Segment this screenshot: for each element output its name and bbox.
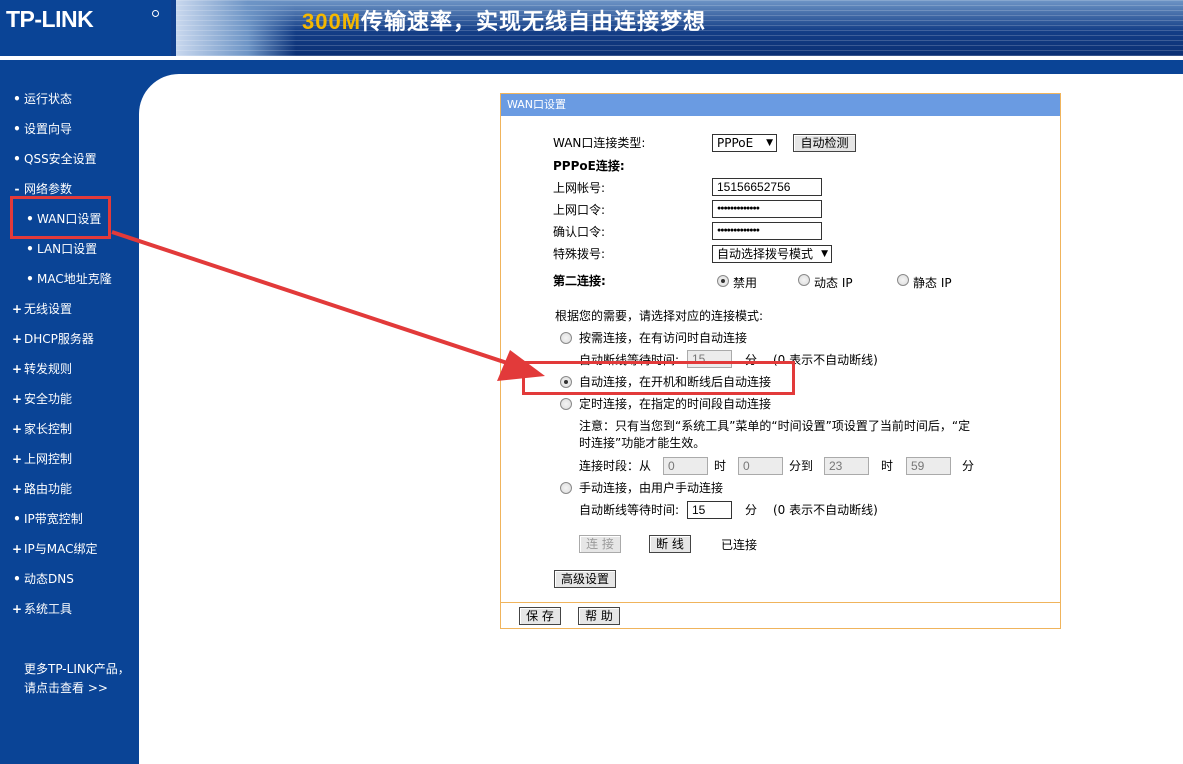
on-demand-radio[interactable] [560,332,572,344]
auto-detect-button[interactable]: 自动检测 [793,134,856,152]
period-to-hour-input[interactable]: 23 [824,457,869,475]
dropdown-arrow-icon: ▼ [766,138,773,148]
sidebar-item-dhcp[interactable]: + DHCP服务器 [0,329,139,349]
period-from-hour-input[interactable]: 0 [663,457,708,475]
sidebar-item-wireless[interactable]: + 无线设置 [0,299,139,319]
connect-button[interactable]: 连 接 [579,535,621,553]
mode-prompt: 根据您的需要，请选择对应的连接模式: [555,309,764,323]
timed-connect-radio[interactable] [560,398,572,410]
save-button[interactable]: 保 存 [519,607,561,625]
sidebar-item-lan[interactable]: • LAN口设置 [0,239,139,259]
second-conn-static-radio[interactable] [897,274,909,286]
slogan-text: 300M传输速率，实现无线自由连接梦想 [302,4,706,36]
period-hour-unit-1: 时 [714,459,727,473]
sidebar-item-status[interactable]: • 运行状态 [0,89,139,109]
password-label: 上网口令: [553,203,606,217]
sidebar-item-routing[interactable]: + 路由功能 [0,479,139,499]
confirm-password-input[interactable]: ●●●●●●●●●●●●● [712,222,822,240]
manual-idle-hint: (0 表示不自动断线) [773,503,878,517]
manual-idle-label: 自动断线等待时间: [579,503,680,517]
period-label: 连接时段：从 [579,459,652,473]
wan-type-label: WAN口连接类型: [553,136,646,150]
wan-type-value: PPPoE [717,136,754,150]
manual-minutes-unit: 分 [745,503,758,517]
help-button[interactable]: 帮 助 [578,607,620,625]
second-conn-disabled-label: 禁用 [733,276,758,290]
manual-idle-input[interactable]: 15 [687,501,732,519]
manual-connect-radio[interactable] [560,482,572,494]
period-min-to-label: 分到 [789,459,814,473]
more-products-link[interactable]: 更多TP-LINK产品， 请点击查看 >> [24,660,130,698]
arrow-shaft [111,230,511,366]
disconnect-button[interactable]: 断 线 [649,535,691,553]
username-label: 上网帐号: [553,181,606,195]
sidebar-item-setup-wizard[interactable]: • 设置向导 [0,119,139,139]
pppoe-heading: PPPoE连接: [553,159,625,173]
period-hour-unit-2: 时 [881,459,894,473]
more-products-line2: 请点击查看 >> [24,681,108,695]
registered-mark-icon [152,10,159,17]
special-dial-select[interactable]: 自动选择拨号模式 ▼ [712,245,832,263]
wan-type-select[interactable]: PPPoE ▼ [712,134,777,152]
sidebar-item-bandwidth[interactable]: • IP带宽控制 [0,509,139,529]
second-connection-label: 第二连接: [553,274,606,288]
period-min-unit: 分 [962,459,975,473]
sidebar-item-mac-clone[interactable]: • MAC地址克隆 [0,269,139,289]
confirm-password-label: 确认口令: [553,225,606,239]
second-conn-static-label: 静态 IP [913,276,952,290]
connection-status: 已连接 [721,538,758,552]
password-input[interactable]: ●●●●●●●●●●●●● [712,200,822,218]
sidebar-item-parental[interactable]: + 家长控制 [0,419,139,439]
sidebar-item-access-control[interactable]: + 上网控制 [0,449,139,469]
special-dial-value: 自动选择拨号模式 [717,247,814,261]
panel-title: WAN口设置 [501,94,1060,116]
header-bottom-bar [0,60,1183,74]
period-from-min-input[interactable]: 0 [738,457,783,475]
period-to-min-input[interactable]: 59 [906,457,951,475]
slogan-phrase: 传输速率，实现无线自由连接梦想 [361,10,707,35]
slogan-banner: 300M传输速率，实现无线自由连接梦想 [176,0,1183,56]
slogan-number: 300M [302,9,362,34]
second-conn-dynamic-radio[interactable] [798,274,810,286]
on-demand-label: 按需连接，在有访问时自动连接 [579,331,748,345]
sidebar-item-system-tools[interactable]: + 系统工具 [0,599,139,619]
sidebar-item-security[interactable]: + 安全功能 [0,389,139,409]
manual-connect-label: 手动连接，由用户手动连接 [579,481,724,495]
timed-connect-label: 定时连接，在指定的时间段自动连接 [579,397,772,411]
annotation-box-wan-nav [10,196,111,239]
timed-note-line2: 时连接”功能才能生效。 [579,436,706,450]
sidebar-corner [139,74,219,154]
header-banner: TP-LINK 300M传输速率，实现无线自由连接梦想 [0,0,1183,56]
logo-area: TP-LINK [0,0,171,56]
sidebar-item-ip-mac-binding[interactable]: + IP与MAC绑定 [0,539,139,559]
annotation-box-auto-connect [522,361,795,395]
special-dial-label: 特殊拨号: [553,247,606,261]
second-conn-disabled-radio[interactable] [717,275,729,287]
username-input[interactable]: 15156652756 [712,178,822,196]
timed-note-line1: 注意：只有当您到“系统工具”菜单的“时间设置”项设置了当前时间后，“定 [579,419,971,433]
sidebar-item-ddns[interactable]: • 动态DNS [0,569,139,589]
sidebar-item-forwarding[interactable]: + 转发规则 [0,359,139,379]
tp-link-logo: TP-LINK [6,6,94,32]
second-conn-dynamic-label: 动态 IP [814,276,853,290]
dropdown-arrow-icon: ▼ [821,249,828,259]
more-products-line1: 更多TP-LINK产品， [24,662,130,676]
advanced-settings-button[interactable]: 高级设置 [554,570,616,588]
sidebar-item-qss[interactable]: • QSS安全设置 [0,149,139,169]
